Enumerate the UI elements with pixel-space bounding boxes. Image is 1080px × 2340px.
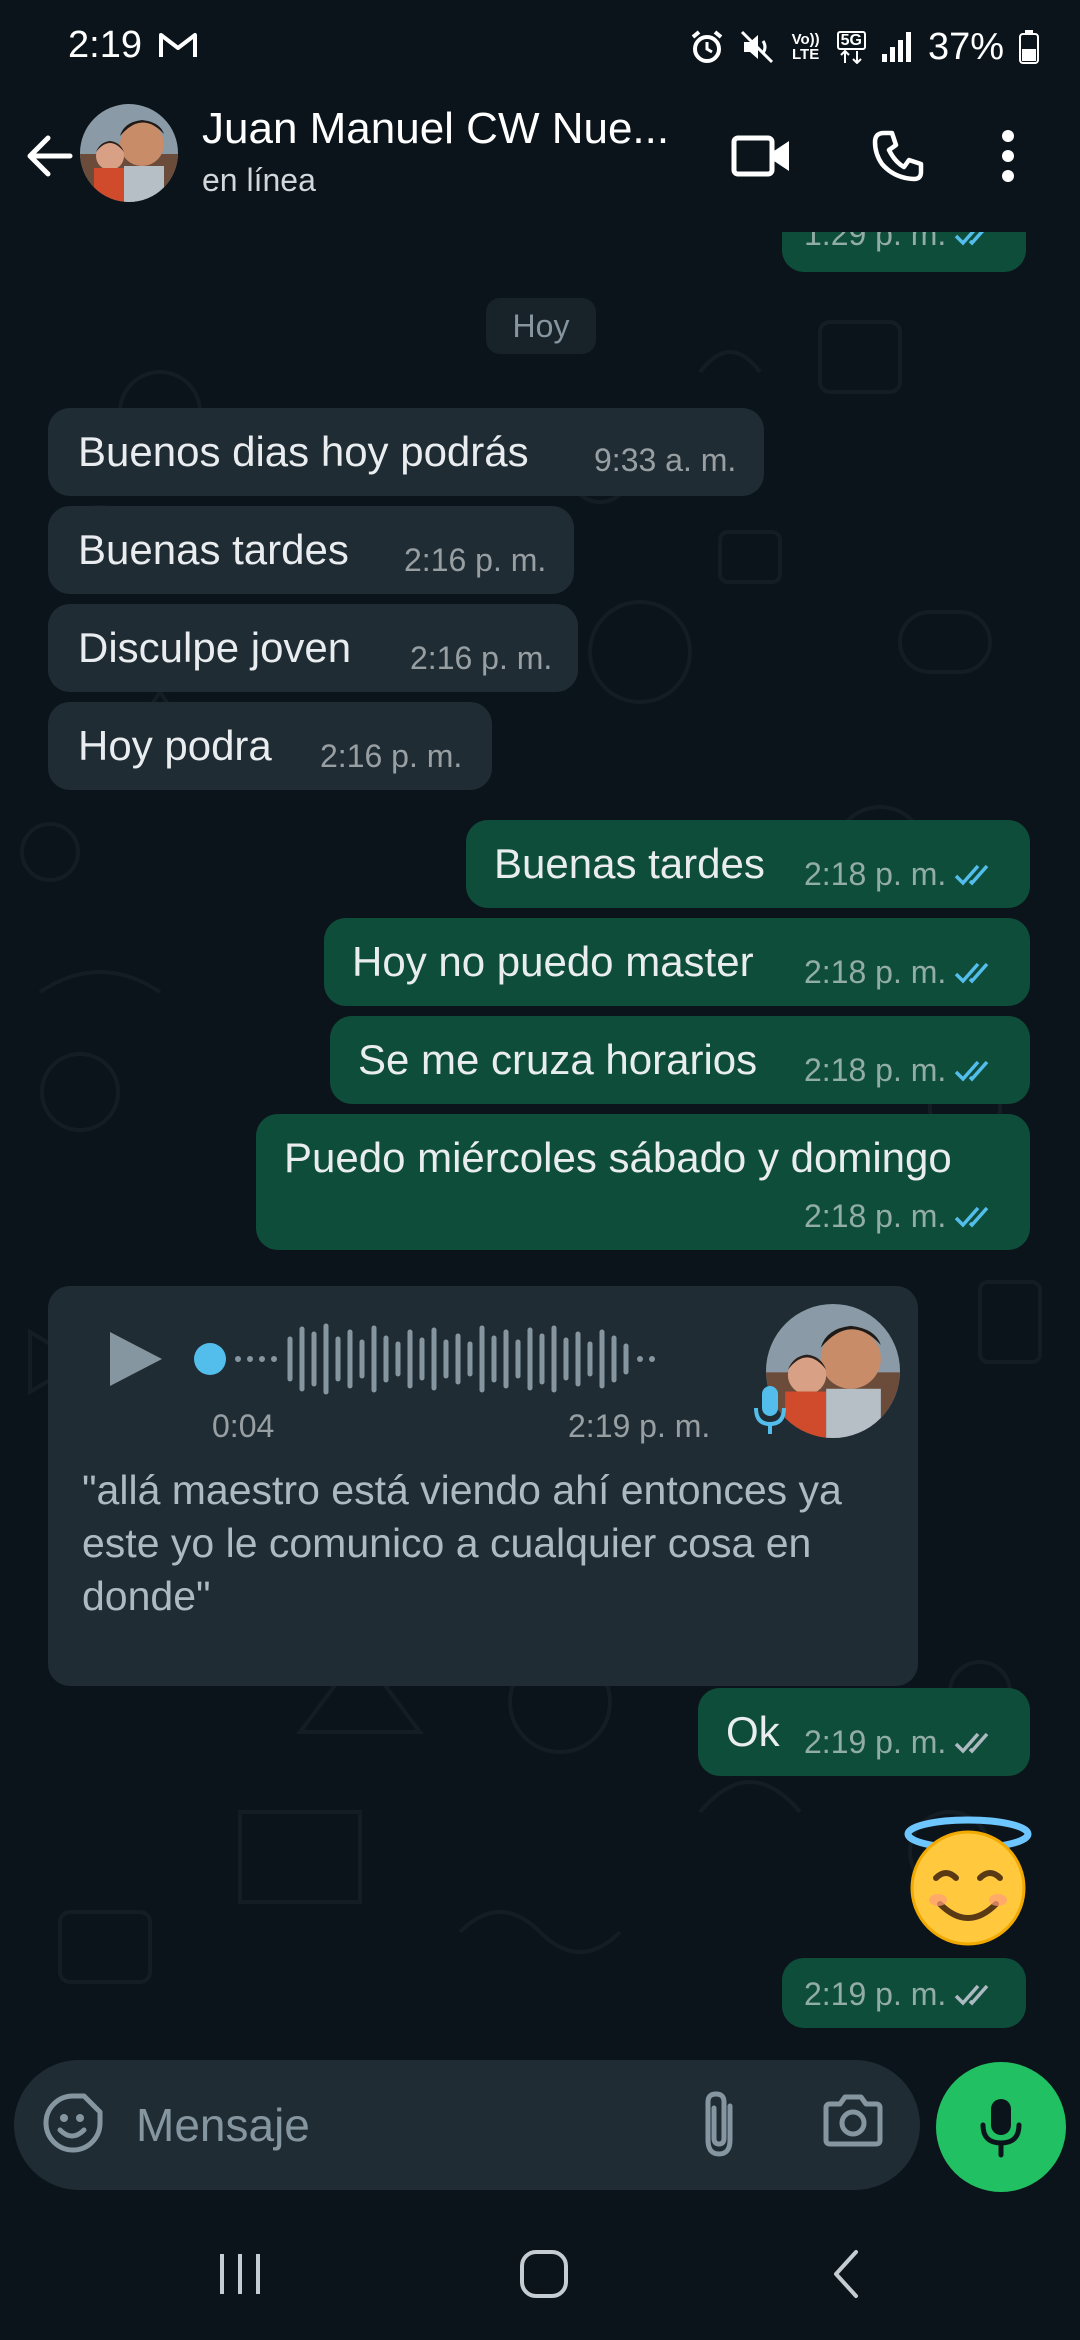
message-text: Ok [726, 1708, 780, 1755]
message-bubble-outgoing[interactable]: Ok 2:19 p. m. [698, 1688, 1030, 1776]
message-input[interactable]: Mensaje [136, 2098, 310, 2152]
back-arrow-icon [27, 135, 73, 177]
message-text: Buenas tardes [494, 840, 765, 887]
message-text: Se me cruza horarios [358, 1036, 758, 1083]
message-time: 2:18 p. m. [804, 954, 947, 990]
message-text: Hoy no puedo master [352, 938, 754, 985]
system-navigation-bar [0, 2200, 1080, 2340]
voice-transcript: "allá maestro está viendo ahí entonces y… [82, 1467, 842, 1619]
back-button[interactable] [20, 126, 80, 186]
mute-icon [740, 30, 773, 64]
message-bubble-outgoing[interactable]: Buenas tardes 2:18 p. m. [466, 820, 1030, 908]
message-time: 2:16 p. m. [320, 738, 463, 774]
mic-icon [980, 2099, 1022, 2158]
message-text: Buenas tardes [78, 526, 349, 573]
delivered-ticks-icon [955, 1732, 989, 1754]
message-time: 2:16 p. m. [410, 640, 553, 676]
smiling-face-with-halo-icon [904, 1816, 1032, 1946]
message-bubble-outgoing[interactable]: Se me cruza horarios 2:18 p. m. [330, 1016, 1030, 1104]
message-bubble-incoming[interactable]: Hoy podra 2:16 p. m. [48, 702, 492, 790]
network-type: 5G [836, 30, 866, 64]
video-call-button[interactable] [726, 120, 798, 192]
nav-home-icon [520, 2250, 568, 2298]
status-time: 2:19 [68, 24, 142, 66]
voice-call-button[interactable] [862, 120, 934, 192]
message-bubble-outgoing[interactable]: Puedo miércoles sábado y domingo 2:18 p.… [256, 1114, 1030, 1250]
chat-header: Juan Manuel CW Nue... en línea [0, 96, 1080, 233]
message-bubble-incoming[interactable]: Buenas tardes 2:16 p. m. [48, 506, 574, 594]
contact-name[interactable]: Juan Manuel CW Nue... [202, 104, 669, 154]
battery-icon [1019, 30, 1039, 64]
status-icons: Vo)) LTE 5G 37% [689, 22, 1040, 72]
nav-recents-icon [220, 2254, 260, 2294]
camera-button[interactable] [822, 2092, 892, 2158]
emoji-message[interactable] [900, 1812, 1036, 1948]
nav-home-button[interactable] [512, 2242, 576, 2306]
read-ticks-icon [955, 962, 989, 984]
message-time: 9:33 a. m. [594, 442, 737, 478]
message-time: 2:18 p. m. [804, 1198, 947, 1234]
voice-duration: 0:04 [212, 1408, 275, 1444]
message-bubble-outgoing[interactable]: 1:29 p. m. [782, 232, 1026, 272]
read-ticks-icon [955, 1060, 989, 1082]
message-time: 2:19 p. m. [804, 1724, 947, 1760]
message-bubble-incoming[interactable]: Buenos dias hoy podrás 9:33 a. m. [48, 408, 764, 496]
play-icon [110, 1332, 162, 1386]
gmail-notification-icon [159, 33, 197, 57]
nav-back-button[interactable] [818, 2244, 878, 2304]
message-bubble-outgoing[interactable]: Hoy no puedo master 2:18 p. m. [324, 918, 1030, 1006]
emoji-button[interactable] [42, 2092, 108, 2158]
message-text: Puedo miércoles sábado y domingo [284, 1134, 952, 1181]
play-button[interactable] [100, 1324, 170, 1394]
voice-time: 2:19 p. m. [568, 1408, 711, 1444]
mic-icon [754, 1386, 786, 1434]
message-bubble-outgoing[interactable]: 2:19 p. m. [782, 1958, 1026, 2028]
delivered-ticks-icon [955, 1984, 989, 2006]
message-text: Hoy podra [78, 722, 272, 769]
contact-avatar[interactable] [80, 104, 178, 202]
message-time: 2:18 p. m. [804, 1052, 947, 1088]
nav-back-icon [834, 2250, 858, 2298]
phone-icon [872, 130, 924, 182]
volte-label: Vo)) LTE [791, 31, 820, 63]
voice-record-button[interactable] [936, 2062, 1066, 2192]
message-text: Buenos dias hoy podrás [78, 428, 529, 475]
more-options-button[interactable] [982, 120, 1034, 192]
message-time: 2:16 p. m. [404, 542, 547, 578]
voice-waveform[interactable] [188, 1314, 768, 1404]
date-separator: Hoy [486, 298, 596, 354]
signal-icon [881, 32, 911, 62]
nav-recents-button[interactable] [210, 2244, 270, 2304]
message-text: Disculpe joven [78, 624, 352, 671]
read-ticks-icon [955, 864, 989, 886]
alarm-icon [691, 30, 722, 63]
contact-status: en línea [202, 162, 316, 198]
more-vert-icon [1002, 130, 1014, 182]
status-bar: 2:19 Vo)) LTE 5G 37% [0, 0, 1080, 96]
video-call-icon [731, 135, 789, 177]
message-bubble-incoming[interactable]: Disculpe joven 2:16 p. m. [48, 604, 578, 692]
message-time: 2:18 p. m. [804, 856, 947, 892]
message-time: 1:29 p. m. [804, 232, 947, 252]
message-time: 2:19 p. m. [804, 1976, 947, 2012]
read-ticks-icon [955, 1206, 989, 1228]
chat-area[interactable]: 1:29 p. m. Hoy Buenos dias hoy podrás 9:… [0, 232, 1080, 2040]
read-ticks-icon [955, 232, 984, 246]
attach-icon [705, 2091, 733, 2157]
message-input-bar: Mensaje [14, 2060, 920, 2190]
camera-icon [823, 2094, 883, 2147]
battery-percent: 37% [927, 25, 1004, 68]
attach-button[interactable] [694, 2088, 764, 2162]
emoji-icon [43, 2093, 103, 2153]
